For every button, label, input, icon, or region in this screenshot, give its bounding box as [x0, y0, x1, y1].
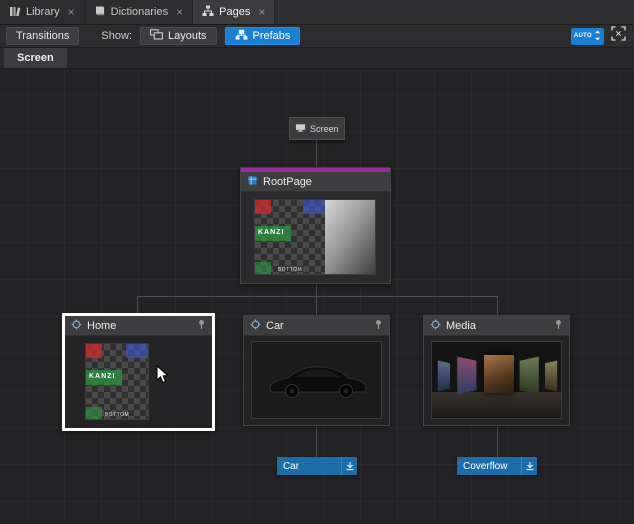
node-header[interactable]: Home: [65, 316, 212, 336]
pages-toolbar: Transitions Show: Layouts Prefabs AUTO: [0, 25, 634, 48]
page-icon: [247, 175, 258, 189]
coverflow-panel: [457, 357, 476, 395]
node-label: RootPage: [263, 176, 312, 188]
button-label: Prefabs: [253, 30, 291, 42]
mouse-cursor: [156, 365, 170, 390]
transitions-button[interactable]: Transitions: [6, 27, 79, 45]
button-label: Layouts: [168, 30, 207, 42]
prefabs-toggle-button[interactable]: Prefabs: [225, 27, 301, 45]
prefabs-icon: [235, 29, 248, 44]
sort-arrows-icon: [594, 30, 601, 43]
tab-label: Pages: [219, 6, 250, 18]
connector-line: [497, 426, 498, 457]
car-image: [262, 356, 372, 405]
thumb-blue-block: [303, 200, 325, 214]
node-body: KANZI BOTTOM: [241, 192, 390, 283]
pin-icon[interactable]: [197, 319, 206, 333]
connector-line: [137, 296, 498, 297]
tab-dictionaries[interactable]: Dictionaries ×: [85, 0, 193, 24]
node-car[interactable]: Car: [243, 315, 390, 426]
badge-label: Car: [277, 461, 341, 472]
fit-screen-button[interactable]: [608, 27, 628, 45]
rootpage-thumbnail: KANZI BOTTOM: [254, 199, 376, 275]
insert-icon[interactable]: [341, 457, 357, 475]
connector-line: [316, 284, 317, 296]
pin-icon[interactable]: [554, 319, 563, 333]
badge-car[interactable]: Car: [277, 457, 357, 475]
screen-icon: [295, 123, 306, 135]
node-header[interactable]: RootPage: [241, 172, 390, 192]
node-body: [244, 336, 389, 425]
thumb-bottom-label: BOTTOM: [86, 412, 148, 418]
view-tab-label: Screen: [17, 52, 54, 64]
coverflow-panel: [438, 360, 450, 391]
view-tab-strip: Screen: [0, 48, 634, 69]
show-label: Show:: [101, 30, 132, 42]
document-tab-bar: Library × Dictionaries × Pages ×: [0, 0, 634, 25]
coverflow-panel: [520, 357, 539, 395]
thumb-red-block: [255, 200, 271, 214]
node-label: Screen: [310, 124, 339, 134]
close-icon[interactable]: ×: [258, 6, 265, 18]
node-label: Home: [87, 320, 116, 332]
node-home[interactable]: Home KANZI BOTTOM: [62, 313, 215, 431]
connector-line: [316, 140, 317, 167]
library-icon: [9, 5, 21, 20]
car-thumbnail: [251, 341, 382, 419]
tab-label: Dictionaries: [111, 6, 168, 18]
thumb-bottom-label: BOTTOM: [255, 267, 325, 273]
connector-line: [497, 296, 498, 315]
thumb-blue-block: [126, 344, 148, 358]
insert-icon[interactable]: [521, 457, 537, 475]
pages-editor-window: Library × Dictionaries × Pages × Transit…: [0, 0, 634, 524]
tab-label: Library: [26, 6, 60, 18]
connector-line: [316, 296, 317, 315]
dictionaries-icon: [94, 5, 106, 20]
toolbar-right-group: AUTO: [571, 27, 628, 45]
button-label: Transitions: [16, 30, 69, 42]
coverflow-floor: [432, 392, 561, 418]
media-thumbnail: [431, 341, 562, 419]
coverflow-center-panel: [484, 355, 514, 393]
node-header[interactable]: Car: [244, 316, 389, 336]
badge-coverflow[interactable]: Coverflow: [457, 457, 537, 475]
close-icon[interactable]: ×: [68, 6, 75, 18]
button-label: AUTO: [574, 33, 592, 39]
close-icon[interactable]: ×: [176, 6, 183, 18]
badge-label: Coverflow: [457, 461, 521, 472]
prefab-icon: [430, 319, 441, 333]
thumb-kanzi-label: KANZI: [258, 229, 284, 236]
thumb-red-block: [86, 344, 102, 358]
node-screen[interactable]: Screen: [289, 117, 345, 140]
layouts-toggle-button[interactable]: Layouts: [140, 27, 217, 45]
pin-icon[interactable]: [374, 319, 383, 333]
auto-arrange-button[interactable]: AUTO: [571, 28, 604, 45]
tab-library[interactable]: Library ×: [0, 0, 85, 24]
thumbnail-gradient-region: [325, 200, 375, 274]
pages-graph-canvas[interactable]: Screen RootPage KANZI B: [0, 69, 634, 524]
thumbnail-checker-region: KANZI BOTTOM: [255, 200, 325, 274]
node-body: KANZI BOTTOM: [65, 336, 212, 427]
node-body: [424, 336, 569, 425]
screen-view-tab[interactable]: Screen: [4, 48, 67, 68]
tab-pages[interactable]: Pages ×: [193, 0, 275, 24]
fit-screen-icon: [611, 26, 626, 46]
node-label: Car: [266, 320, 284, 332]
prefab-icon: [71, 319, 82, 333]
coverflow-panel: [545, 360, 557, 391]
node-label: Media: [446, 320, 476, 332]
layouts-icon: [150, 29, 163, 43]
thumb-kanzi-label: KANZI: [89, 373, 115, 380]
node-rootpage[interactable]: RootPage KANZI BOTTOM: [240, 167, 391, 284]
pages-icon: [202, 5, 214, 20]
node-media[interactable]: Media: [423, 315, 570, 426]
prefab-icon: [250, 319, 261, 333]
node-header[interactable]: Media: [424, 316, 569, 336]
home-thumbnail: KANZI BOTTOM: [85, 343, 149, 420]
connector-line: [316, 426, 317, 457]
connector-line: [137, 296, 138, 313]
